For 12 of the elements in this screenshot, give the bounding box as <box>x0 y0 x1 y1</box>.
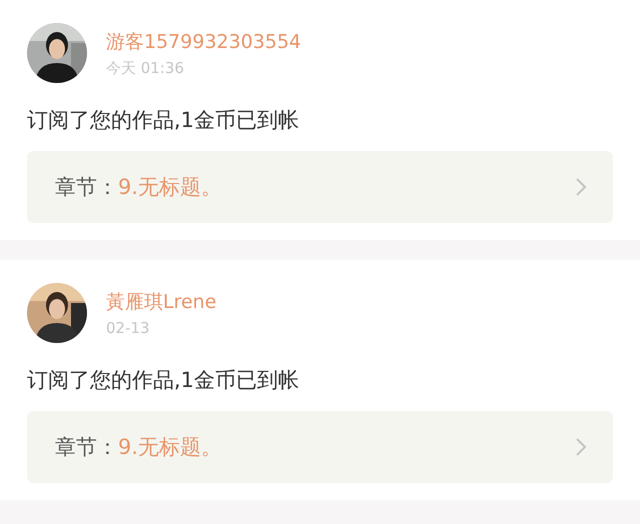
message-text: 订阅了您的作品,1金币已到帐 <box>27 367 300 394</box>
chapter-title: 9.无标题。 <box>118 174 222 201</box>
message-text: 订阅了您的作品,1金币已到帐 <box>27 107 300 134</box>
chevron-right-icon <box>575 437 587 457</box>
timestamp: 02-13 <box>106 319 151 337</box>
chapter-label: 章节： <box>55 434 118 461</box>
chapter-title: 9.无标题。 <box>118 434 222 461</box>
timestamp: 今天 01:36 <box>106 58 185 78</box>
chevron-right-icon <box>575 177 587 197</box>
chapter-label: 章节： <box>55 174 118 201</box>
chapter-link[interactable]: 章节：9.无标题。 <box>27 411 613 483</box>
chapter-link[interactable]: 章节：9.无标题。 <box>27 151 613 223</box>
